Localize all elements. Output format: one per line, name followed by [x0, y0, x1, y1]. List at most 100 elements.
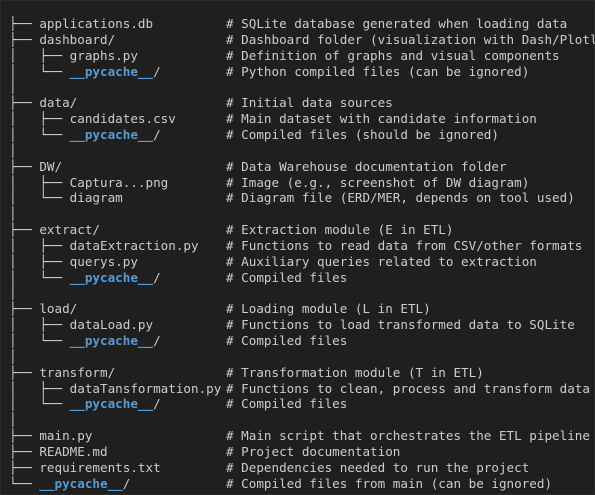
tree-row: │ ├── dataLoad.py: [9, 317, 153, 333]
row-comment: # Initial data sources: [226, 95, 393, 111]
tree-connector: │ ├──: [9, 380, 70, 396]
tree-connector: │ ├──: [9, 47, 70, 63]
tree-connector: └──: [9, 475, 40, 491]
folder-slash: /: [153, 269, 161, 285]
file-name: applications.db: [39, 16, 154, 31]
tree-connector: ├──: [9, 364, 40, 380]
tree-row: │ ├── graphs.py: [9, 48, 138, 64]
tree-row: ├── load/: [9, 301, 77, 317]
tree-connector: │: [9, 79, 17, 95]
file-name: main.py: [39, 428, 93, 444]
tree-connector: ├──: [9, 428, 40, 444]
tree-row: │ ├── querys.py: [9, 254, 138, 270]
tree-connector: │: [9, 285, 17, 301]
row-comment: # Loading module (L in ETL): [226, 301, 431, 317]
tree-connector: ├──: [9, 222, 40, 238]
tree-row: └── __pycache__/: [9, 476, 130, 492]
tree-row: ├── dashboard/: [9, 32, 115, 48]
tree-row: │ ├── dataExtraction.py: [9, 238, 199, 254]
row-comment: # Data Warehouse documentation folder: [226, 158, 507, 174]
folder-slash: /: [153, 63, 161, 79]
tree-connector: │ └──: [9, 190, 70, 206]
row-comment: # Python compiled files (can be ignored): [226, 63, 530, 79]
file-name: querys.py: [69, 253, 138, 269]
tree-row: │ ├── candidates.csv: [9, 111, 176, 127]
row-comment: # Compiled files from main (can be ignor…: [226, 475, 553, 491]
tree-row: ├── extract/: [9, 222, 100, 238]
row-comment: # Auxiliary queries related to extractio…: [226, 253, 537, 269]
tree-connector: │ └──: [9, 126, 70, 142]
tree-row: ├── DW/: [9, 159, 62, 175]
tree-connector: ├──: [9, 95, 40, 111]
tree-row: │ ├── Captura...png: [9, 175, 168, 191]
tree-row: ├── requirements.txt: [9, 460, 161, 476]
tree-connector: ├──: [9, 31, 40, 47]
tree-row: ├── data/: [9, 95, 77, 111]
tree-row: ├── README.md: [9, 444, 108, 460]
tree-spacer-row: │: [9, 412, 17, 428]
row-comment: # Extraction module (E in ETL): [226, 222, 454, 238]
file-name: transform/: [39, 364, 116, 380]
tree-row: │ └── __pycache__/: [9, 64, 161, 80]
tree-connector: │: [9, 412, 17, 428]
file-name: diagram: [69, 190, 123, 206]
row-comment: # Functions to clean, process and transf…: [226, 380, 590, 396]
row-comment: # Functions to read data from CSV/other …: [226, 237, 583, 253]
row-comment: # Compiled files: [226, 269, 348, 285]
folder-slash: /: [153, 396, 161, 412]
pycache-folder-name: __pycache__: [69, 333, 154, 348]
row-comment: # Main script that orchestrates the ETL …: [226, 428, 590, 444]
tree-connector: │ └──: [9, 269, 70, 285]
tree-row: │ └── __pycache__/: [9, 270, 161, 286]
tree-spacer-row: │: [9, 349, 17, 365]
tree-connector: │: [9, 206, 17, 222]
file-name: README.md: [39, 443, 108, 459]
tree-row: ├── transform/: [9, 365, 115, 381]
file-name: graphs.py: [69, 47, 138, 63]
row-comment: # Dependencies needed to run the project: [226, 459, 530, 475]
tree-row: │ ├── dataTansformation.py: [9, 381, 221, 397]
tree-connector: ├──: [9, 16, 40, 31]
file-name: data/: [39, 95, 78, 111]
row-comment: # Compiled files (should be ignored): [226, 126, 499, 142]
file-name: dataTansformation.py: [69, 380, 222, 396]
tree-connector: │ └──: [9, 63, 70, 79]
tree-connector: ├──: [9, 158, 40, 174]
tree-connector: │ ├──: [9, 317, 70, 333]
tree-spacer-row: │: [9, 143, 17, 159]
row-comment: # Transformation module (T in ETL): [226, 364, 484, 380]
file-name: dashboard/: [39, 31, 116, 47]
tree-connector: │ ├──: [9, 111, 70, 127]
pycache-folder-name: __pycache__: [69, 63, 154, 79]
row-comment: # Compiled files: [226, 396, 348, 412]
row-comment: # Main dataset with candidate informatio…: [226, 111, 537, 127]
tree-row: │ └── __pycache__/: [9, 127, 161, 143]
tree-row: ├── main.py: [9, 428, 92, 444]
row-comment: # Image (e.g., screenshot of DW diagram): [226, 174, 530, 190]
tree-spacer-row: │: [9, 79, 17, 95]
file-name: load/: [39, 301, 78, 317]
tree-connector: │ └──: [9, 396, 70, 412]
terminal-window: ├── applications.db # SQLite database gen…: [0, 0, 595, 495]
tree-connector: │: [9, 348, 17, 364]
pycache-folder-name: __pycache__: [69, 269, 154, 285]
folder-slash: /: [153, 333, 161, 348]
tree-connector: │ ├──: [9, 174, 70, 190]
row-comment: # Compiled files: [226, 333, 348, 348]
file-name: requirements.txt: [39, 459, 161, 475]
row-comment: # Dashboard folder (visualization with D…: [226, 31, 595, 47]
tree-row: ├── applications.db: [9, 16, 153, 32]
tree-connector: ├──: [9, 459, 40, 475]
row-comment: # SQLite database generated when loading…: [226, 16, 568, 31]
tree-row: │ └── diagram: [9, 190, 123, 206]
row-comment: # Diagram file (ERD/MER, depends on tool…: [226, 190, 575, 206]
pycache-folder-name: __pycache__: [69, 126, 154, 142]
tree-connector: │ └──: [9, 333, 70, 348]
file-name: DW/: [39, 158, 63, 174]
tree-row: │ └── __pycache__/: [9, 396, 161, 412]
tree-connector: ├──: [9, 301, 40, 317]
tree-connector: │ ├──: [9, 237, 70, 253]
pycache-folder-name: __pycache__: [39, 475, 123, 491]
tree-connector: │ ├──: [9, 253, 70, 269]
row-comment: # Project documentation: [226, 443, 401, 459]
